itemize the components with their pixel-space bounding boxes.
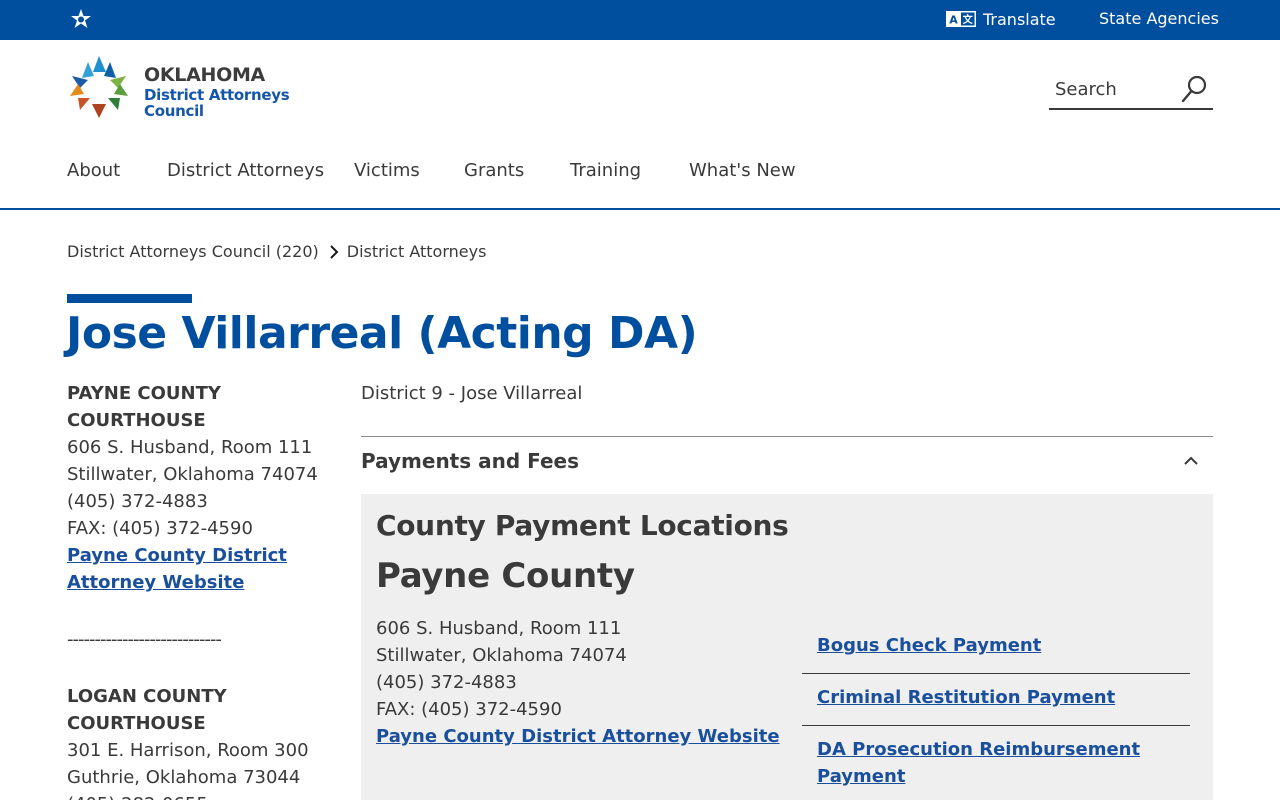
- office-heading-line: PAYNE COUNTY: [67, 383, 221, 404]
- office-phone: (405) 372-4883: [67, 491, 208, 512]
- nav-victims[interactable]: Victims: [354, 160, 420, 181]
- district-label: District 9 - Jose Villarreal: [361, 383, 583, 404]
- county-name: Payne County: [376, 556, 635, 596]
- payments-panel: County Payment Locations Payne County 60…: [361, 494, 1213, 800]
- link-line: DA Prosecution Reimbursement: [817, 739, 1141, 760]
- office-heading-line: COURTHOUSE: [67, 713, 206, 734]
- office-sidebar: PAYNE COUNTY COURTHOUSE 606 S. Husband, …: [67, 380, 327, 800]
- phone: (405) 372-4883: [376, 672, 517, 693]
- county-address: 606 S. Husband, Room 111 Stillwater, Okl…: [376, 615, 780, 750]
- nav-training[interactable]: Training: [570, 160, 641, 181]
- payment-links: Bogus Check Payment Criminal Restitution…: [802, 622, 1190, 800]
- chevron-right-icon: [330, 244, 339, 259]
- top-bar: A 文 Translate State Agencies: [0, 0, 1280, 40]
- payment-link-item: Bogus Check Payment: [802, 622, 1190, 674]
- office-address-line: 301 E. Harrison, Room 300: [67, 740, 309, 761]
- payments-accordion-header[interactable]: Payments and Fees: [361, 436, 1213, 488]
- payment-link-item: Criminal Restitution Payment: [802, 674, 1190, 726]
- nav-grants[interactable]: Grants: [464, 160, 524, 181]
- chevron-up-icon: [1184, 456, 1198, 465]
- fax: FAX: (405) 372-4590: [376, 699, 562, 720]
- translate-icon: A 文: [946, 11, 976, 27]
- office-phone: (405) 282-0655: [67, 791, 327, 800]
- bogus-check-payment-link[interactable]: Bogus Check Payment: [817, 635, 1041, 656]
- sidebar-divider: ----------------------------: [67, 629, 222, 650]
- nav-about[interactable]: About: [67, 160, 120, 181]
- page-title: Jose Villarreal (Acting DA): [66, 308, 698, 359]
- state-star-icon[interactable]: [68, 8, 94, 32]
- panel-heading: County Payment Locations: [376, 509, 789, 542]
- council-logo-icon: [70, 56, 128, 118]
- office-fax: FAX: (405) 372-4590: [67, 518, 253, 539]
- office-address-line: 606 S. Husband, Room 111: [67, 437, 313, 458]
- breadcrumb-item-council[interactable]: District Attorneys Council (220): [67, 242, 319, 261]
- svg-text:文: 文: [963, 13, 974, 26]
- accordion-title: Payments and Fees: [361, 449, 580, 473]
- svg-text:A: A: [949, 14, 958, 27]
- office-heading-logan: LOGAN COUNTY COURTHOUSE: [67, 683, 327, 737]
- state-agencies-link[interactable]: State Agencies: [1099, 9, 1219, 28]
- brand-name: OKLAHOMA: [144, 64, 265, 86]
- search-box[interactable]: Search: [1049, 72, 1213, 110]
- search-label: Search: [1055, 79, 1117, 100]
- address-line: Stillwater, Oklahoma 74074: [376, 645, 627, 666]
- main-nav: About District Attorneys Victims Grants …: [0, 156, 1280, 210]
- site-logo[interactable]: OKLAHOMA District Attorneys Council: [66, 54, 306, 122]
- link-line: Payment: [817, 766, 906, 787]
- translate-label: Translate: [983, 9, 1056, 29]
- address-line: 606 S. Husband, Room 111: [376, 618, 622, 639]
- office-heading-line: COURTHOUSE: [67, 410, 206, 431]
- payment-link-item: DA Prosecution Reimbursement Payment: [802, 726, 1190, 800]
- payne-website-link[interactable]: Payne County District Attorney Website: [67, 545, 287, 593]
- office-heading-line: LOGAN COUNTY: [67, 686, 227, 707]
- brand-line-2: District Attorneys: [144, 86, 290, 104]
- search-icon[interactable]: [1181, 75, 1207, 103]
- da-prosecution-reimbursement-link[interactable]: DA Prosecution Reimbursement Payment: [817, 739, 1140, 787]
- office-address-line: Stillwater, Oklahoma 74074: [67, 464, 318, 485]
- nav-district-attorneys[interactable]: District Attorneys: [167, 160, 324, 181]
- nav-whats-new[interactable]: What's New: [689, 160, 796, 181]
- county-website-link[interactable]: Payne County District Attorney Website: [376, 726, 780, 747]
- office-heading-payne: PAYNE COUNTY COURTHOUSE: [67, 380, 327, 434]
- criminal-restitution-payment-link[interactable]: Criminal Restitution Payment: [817, 687, 1115, 708]
- link-line: Payne County District: [67, 545, 287, 566]
- breadcrumb: District Attorneys Council (220) Distric…: [67, 242, 486, 261]
- link-line: Attorney Website: [67, 572, 245, 593]
- translate-button[interactable]: A 文 Translate: [946, 8, 1056, 30]
- brand-line-3: Council: [144, 102, 204, 120]
- brand-subtitle: District Attorneys Council: [144, 86, 290, 120]
- title-accent-bar: [67, 294, 192, 303]
- breadcrumb-item-district-attorneys[interactable]: District Attorneys: [347, 242, 487, 261]
- office-address-line: Guthrie, Oklahoma 73044: [67, 767, 301, 788]
